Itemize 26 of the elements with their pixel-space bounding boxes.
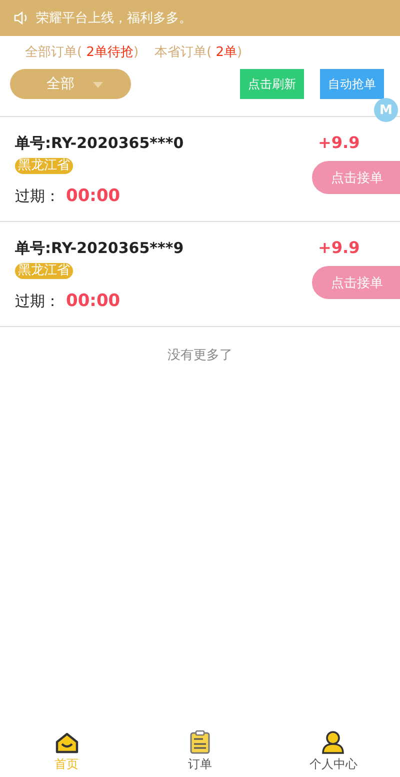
province-tag: 黑龙江省 [15,263,73,279]
end-of-list-text: 没有更多了 [168,347,232,364]
expiry-time: 00:00 [66,186,120,206]
accept-order-button[interactable]: 点击接单 [312,266,400,299]
order-count-tab[interactable]: 本省订单( 2单) [154,43,242,61]
province-tag: 黑龙江省 [15,158,73,174]
refresh-button[interactable]: 点击刷新 [240,69,304,99]
order-number: 单号:RY-2020365***9 [15,239,185,258]
home-icon [54,732,79,754]
filter-dropdown[interactable]: 全部 [10,69,131,99]
person-icon [321,730,346,754]
auto-grab-button[interactable]: 自动抢单 [320,69,384,99]
order-count-tab[interactable]: 全部订单( 2单待抢) [25,43,139,61]
expiry-label: 过期： [15,292,60,311]
expiry-time: 00:00 [66,291,120,311]
floating-badge[interactable]: M [374,98,398,122]
order-amount: +9.9 [317,238,360,257]
clipboard-icon [188,730,211,754]
tab-bar-item[interactable]: 订单 [133,721,267,773]
order-number: 单号:RY-2020365***0 [15,134,185,153]
tab-bar-item[interactable]: 首页 [0,721,134,773]
expiry-label: 过期： [15,187,60,206]
notice-text: 荣耀平台上线，福利多多。 [36,10,192,27]
accept-order-button[interactable]: 点击接单 [312,161,400,194]
tab-bar-item[interactable]: 个人中心 [266,721,400,773]
order-amount: +9.9 [317,133,360,152]
